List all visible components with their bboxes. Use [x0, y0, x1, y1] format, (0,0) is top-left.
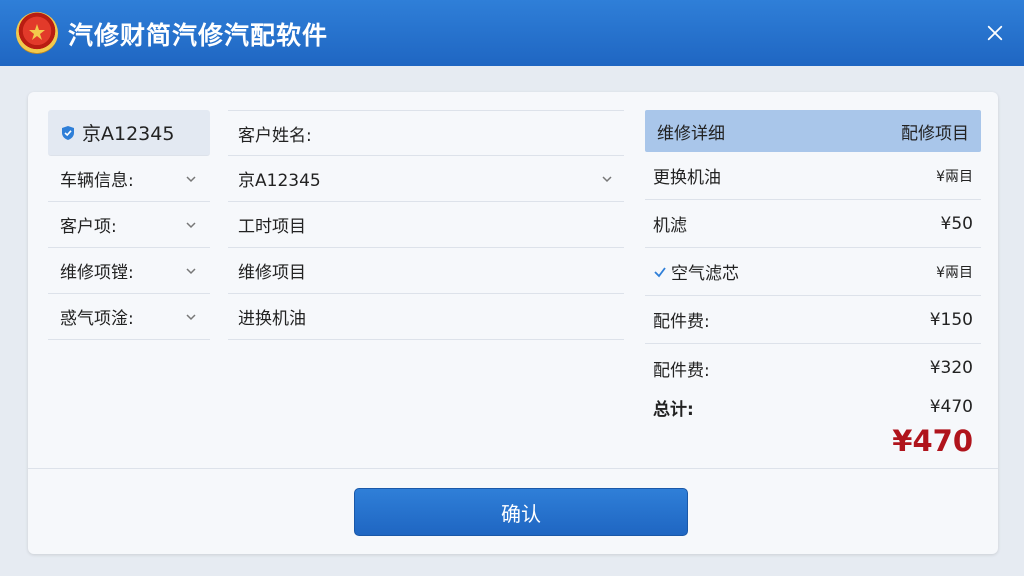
detail-row[interactable]: 配件费: ¥150: [645, 296, 981, 344]
detail-item-price: ¥50: [940, 213, 973, 234]
dropdown-label: 客户项:: [60, 217, 117, 237]
customer-name-label: 客户姓名:: [238, 125, 312, 146]
gas-item-dropdown[interactable]: 惑气项淦:: [48, 294, 210, 340]
customer-name-field[interactable]: 客户姓名:: [228, 110, 624, 156]
detail-row[interactable]: 机滤 ¥50: [645, 200, 981, 248]
detail-item-price: ¥兩目: [936, 264, 973, 281]
detail-row[interactable]: 空气滤芯 ¥兩目: [645, 248, 981, 296]
detail-header-left: 维修详细: [657, 123, 725, 144]
detail-item-price: ¥150: [929, 309, 973, 330]
chevron-down-icon: [186, 175, 196, 182]
confirm-button[interactable]: 确认: [354, 488, 688, 536]
check-icon: [654, 266, 666, 277]
detail-item-price: ¥320: [929, 358, 973, 378]
detail-item-price: ¥兩目: [936, 168, 973, 185]
chevron-down-icon: [186, 267, 196, 274]
chevron-down-icon: [602, 175, 612, 182]
detail-item-name: 空气滤芯: [671, 264, 739, 284]
chevron-down-icon: [186, 313, 196, 320]
detail-item-name: 机滤: [653, 216, 687, 236]
app-title: 汽修财简汽修汽配软件: [68, 21, 329, 50]
left-field-column: 京A12345 车辆信息: 客户项: 维修项镗: 惑气项淦:: [48, 110, 210, 340]
oil-item-field[interactable]: 进换机油: [228, 294, 624, 340]
close-icon: [987, 25, 1003, 41]
detail-item-name: 配件费:: [653, 360, 710, 381]
repair-detail-column: 维修详细 配修项目 更换机油 ¥兩目 机滤 ¥50 空气滤芯 ¥兩目 配件费: …: [645, 110, 981, 458]
emblem-glyph: [29, 24, 45, 40]
title-bar: 汽修财简汽修汽配软件: [0, 0, 1024, 66]
close-button[interactable]: [980, 18, 1010, 48]
total-row: 总计: ¥470: [645, 392, 981, 422]
total-amount: ¥470: [929, 397, 973, 417]
repair-item-text: 维修项目: [238, 263, 306, 283]
plate-select-value: 京A12345: [238, 171, 321, 191]
total-label: 总计:: [653, 399, 694, 420]
oil-item-text: 进换机油: [238, 309, 306, 329]
plate-selector[interactable]: 京A12345: [48, 110, 210, 156]
middle-field-column: 客户姓名: 京A12345 工时项目 维修项目 进换机油: [228, 110, 624, 340]
chevron-down-icon: [186, 221, 196, 228]
shield-icon: [62, 125, 74, 140]
detail-item-name: 更换机油: [653, 168, 721, 188]
repair-item-dropdown[interactable]: 维修项镗:: [48, 248, 210, 294]
footer-divider: [28, 468, 998, 469]
customer-item-dropdown[interactable]: 客户项:: [48, 202, 210, 248]
detail-header: 维修详细 配修项目: [645, 110, 981, 152]
detail-header-right: 配修项目: [901, 123, 969, 144]
detail-row[interactable]: 配件费: ¥320: [645, 344, 981, 392]
plate-select[interactable]: 京A12345: [228, 156, 624, 202]
main-panel: 京A12345 车辆信息: 客户项: 维修项镗: 惑气项淦: 客户姓名: 京A1…: [28, 92, 998, 554]
detail-item-name: 配件费:: [653, 312, 710, 332]
grand-total: ¥470: [892, 424, 973, 458]
labor-item-text: 工时项目: [238, 217, 306, 237]
repair-item-field[interactable]: 维修项目: [228, 248, 624, 294]
plate-number: 京A12345: [82, 123, 175, 145]
emblem-icon: [16, 12, 58, 54]
detail-row[interactable]: 更换机油 ¥兩目: [645, 152, 981, 200]
dropdown-label: 车辆信息:: [60, 171, 134, 191]
detail-item-check-label: 空气滤芯: [653, 259, 739, 284]
dropdown-label: 惑气项淦:: [60, 309, 134, 329]
dropdown-label: 维修项镗:: [60, 263, 134, 283]
labor-item-field[interactable]: 工时项目: [228, 202, 624, 248]
vehicle-info-dropdown[interactable]: 车辆信息:: [48, 156, 210, 202]
